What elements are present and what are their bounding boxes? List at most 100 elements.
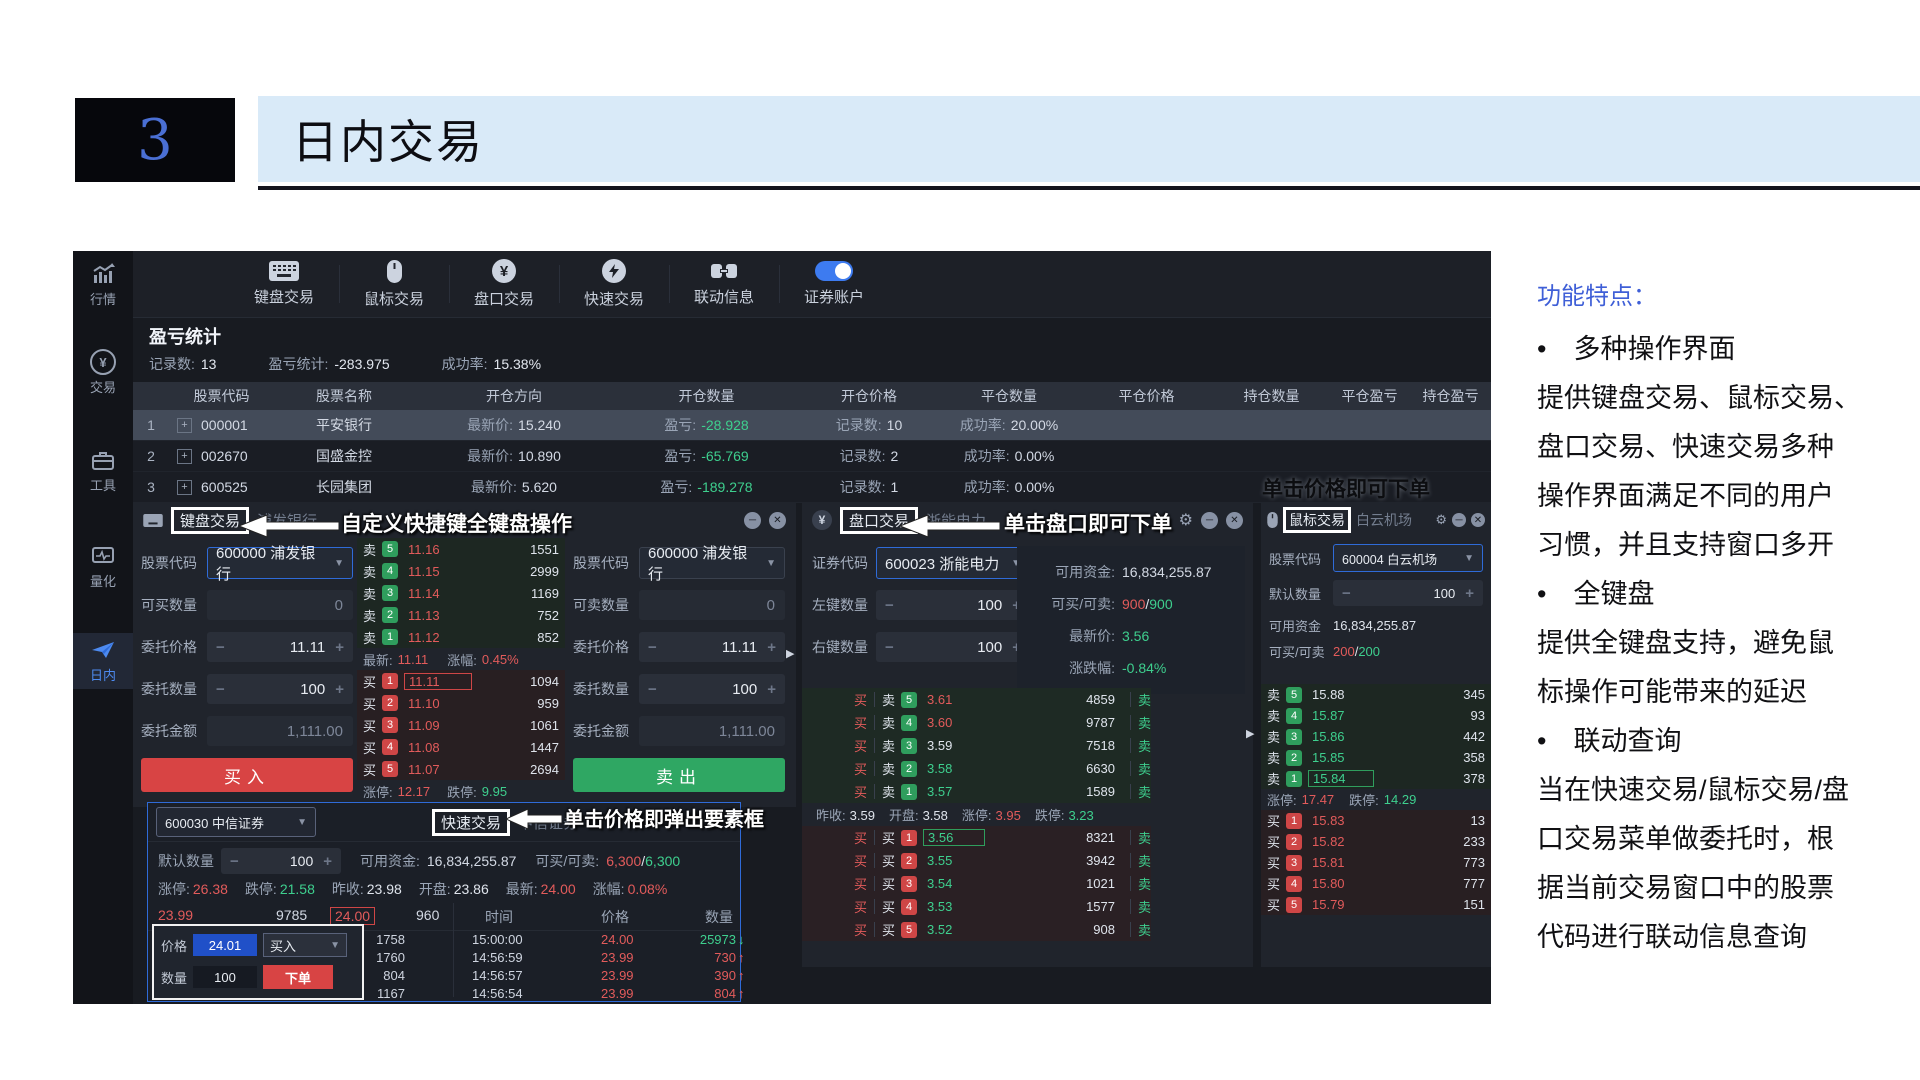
gear-icon[interactable]: ⚙: [1179, 510, 1193, 530]
order-qty-stepper[interactable]: −100+: [207, 674, 353, 704]
bid-row[interactable]: 买 买 4 3.53 1577 卖: [802, 895, 1151, 918]
sidebar-item-tools[interactable]: 工具: [73, 445, 133, 497]
ask-row[interactable]: 买 卖 4 3.60 9787 卖: [802, 711, 1151, 734]
ask-price[interactable]: 3.57: [921, 784, 979, 799]
sidebar-item-intraday[interactable]: 日内: [73, 633, 133, 689]
sidebar-item-market[interactable]: 行情: [73, 259, 133, 311]
bid-price[interactable]: 15.79: [1306, 897, 1368, 912]
default-qty-stepper[interactable]: −100+: [221, 848, 341, 874]
bid-price[interactable]: 3.54: [921, 876, 979, 891]
bid-row[interactable]: 买 4 15.80 777: [1261, 873, 1491, 894]
ask-price[interactable]: 3.60: [921, 715, 979, 730]
order-price-stepper[interactable]: −11.11+: [207, 632, 353, 662]
popup-side-select[interactable]: 买入▼: [263, 933, 347, 957]
bid-price[interactable]: 11.09: [402, 718, 466, 733]
minimize-icon[interactable]: ─: [744, 512, 761, 529]
sell-link[interactable]: 卖: [1138, 897, 1151, 916]
toolbar-securities-account[interactable]: 证券账户: [779, 251, 889, 317]
ask-price[interactable]: 15.84: [1308, 770, 1374, 787]
collapse-arrow[interactable]: ▶: [786, 647, 794, 660]
sell-link[interactable]: 卖: [1138, 759, 1151, 778]
ask-row[interactable]: 卖 5 15.88 345: [1261, 684, 1491, 705]
ask-row[interactable]: 卖 3 15.86 442: [1261, 726, 1491, 747]
stock-code-select[interactable]: 600000 浦发银行▼: [639, 547, 785, 579]
expand-icon[interactable]: +: [177, 480, 192, 495]
bid-row[interactable]: 买 买 2 3.55 3942 卖: [802, 849, 1151, 872]
bid-row[interactable]: 买 3 15.81 773: [1261, 852, 1491, 873]
bid-row[interactable]: 买 5 11.07 2694: [357, 758, 565, 780]
minimize-icon[interactable]: ─: [1452, 513, 1466, 527]
ask-row[interactable]: 买 卖 1 3.57 1589 卖: [802, 780, 1151, 803]
stock-code-select[interactable]: 600000 浦发银行▼: [207, 547, 353, 579]
stock-code-select[interactable]: 600023 浙能电力▼: [876, 547, 1030, 579]
ask-row[interactable]: 卖 5 11.16 1551: [357, 538, 565, 560]
ask-row[interactable]: 卖 3 11.14 1169: [357, 582, 565, 604]
order-price-stepper[interactable]: −11.11+: [639, 632, 785, 662]
buy-link[interactable]: 买: [854, 690, 867, 709]
stock-code-select[interactable]: 600030 中信证券▼: [156, 807, 316, 837]
sell-link[interactable]: 卖: [1138, 828, 1151, 847]
buy-link[interactable]: 买: [854, 897, 867, 916]
toolbar-quick-trading[interactable]: 快速交易: [559, 251, 669, 317]
expand-icon[interactable]: +: [177, 449, 192, 464]
sell-link[interactable]: 卖: [1138, 851, 1151, 870]
ask-price[interactable]: 15.87: [1306, 708, 1368, 723]
close-icon[interactable]: ✕: [1471, 513, 1485, 527]
buy-link[interactable]: 买: [854, 736, 867, 755]
gear-icon[interactable]: ⚙: [1435, 512, 1447, 528]
ask-row[interactable]: 卖 2 11.13 752: [357, 604, 565, 626]
popup-qty-input[interactable]: 100: [193, 966, 257, 988]
left-click-qty-stepper[interactable]: −100+: [876, 590, 1030, 620]
sell-link[interactable]: 卖: [1138, 874, 1151, 893]
bid-price[interactable]: 15.82: [1306, 834, 1368, 849]
right-click-qty-stepper[interactable]: −100+: [876, 632, 1030, 662]
order-qty-stepper[interactable]: −100+: [639, 674, 785, 704]
sell-link[interactable]: 卖: [1138, 713, 1151, 732]
bid-price[interactable]: 3.56: [923, 829, 985, 846]
buy-link[interactable]: 买: [854, 920, 867, 939]
popup-price-input[interactable]: 24.01: [193, 934, 257, 956]
ask-price[interactable]: 11.13: [402, 608, 466, 623]
table-row[interactable]: 1 +000001 平安银行 最新价:15.240 盈亏:-28.928 记录数…: [133, 410, 1491, 441]
ask-price[interactable]: 3.59: [921, 738, 979, 753]
ask-price[interactable]: 11.12: [402, 630, 466, 645]
bid-price[interactable]: 11.11: [404, 673, 472, 690]
toolbar-keyboard-trading[interactable]: 键盘交易: [229, 251, 339, 317]
ask-price[interactable]: 3.61: [921, 692, 979, 707]
default-qty-stepper[interactable]: −100+: [1333, 580, 1483, 606]
sell-button[interactable]: 卖出: [573, 758, 785, 792]
bid-row[interactable]: 买 买 5 3.52 908 卖: [802, 918, 1151, 941]
close-icon[interactable]: ✕: [1226, 512, 1243, 529]
bid-price[interactable]: 11.07: [402, 762, 466, 777]
ask-price[interactable]: 15.86: [1306, 729, 1368, 744]
buy-link[interactable]: 买: [854, 782, 867, 801]
ask-row[interactable]: 买 卖 5 3.61 4859 卖: [802, 688, 1151, 711]
bid-price[interactable]: 3.52: [921, 922, 979, 937]
ask-price[interactable]: 11.14: [402, 586, 466, 601]
buy-link[interactable]: 买: [854, 713, 867, 732]
buy-link[interactable]: 买: [854, 874, 867, 893]
ask-price[interactable]: 11.16: [402, 542, 466, 557]
buy-link[interactable]: 买: [854, 828, 867, 847]
ask-row[interactable]: 卖 4 15.87 93: [1261, 705, 1491, 726]
collapse-arrow[interactable]: ▶: [1246, 727, 1254, 740]
bid1-price[interactable]: 23.99: [158, 907, 193, 923]
bid-row[interactable]: 买 3 11.09 1061: [357, 714, 565, 736]
ask1-price[interactable]: 24.00: [330, 907, 375, 925]
bid-row[interactable]: 买 1 15.83 13: [1261, 810, 1491, 831]
account-toggle-icon[interactable]: [815, 261, 853, 281]
bid-price[interactable]: 11.08: [402, 740, 466, 755]
sell-link[interactable]: 卖: [1138, 920, 1151, 939]
buy-link[interactable]: 买: [854, 851, 867, 870]
ask-price[interactable]: 11.15: [402, 564, 466, 579]
toolbar-orderbook-trading[interactable]: ¥ 盘口交易: [449, 251, 559, 317]
ask-row[interactable]: 卖 1 15.84 378: [1261, 768, 1491, 789]
ask-row[interactable]: 卖 1 11.12 852: [357, 626, 565, 648]
ask-price[interactable]: 15.88: [1306, 687, 1368, 702]
sidebar-item-quant[interactable]: 量化: [73, 541, 133, 593]
ask-row[interactable]: 买 卖 2 3.58 6630 卖: [802, 757, 1151, 780]
sell-link[interactable]: 卖: [1138, 736, 1151, 755]
bid-price[interactable]: 15.83: [1306, 813, 1368, 828]
table-row[interactable]: 2 +002670 国盛金控 最新价:10.890 盈亏:-65.769 记录数…: [133, 441, 1491, 472]
bid-row[interactable]: 买 1 11.11 1094: [357, 670, 565, 692]
